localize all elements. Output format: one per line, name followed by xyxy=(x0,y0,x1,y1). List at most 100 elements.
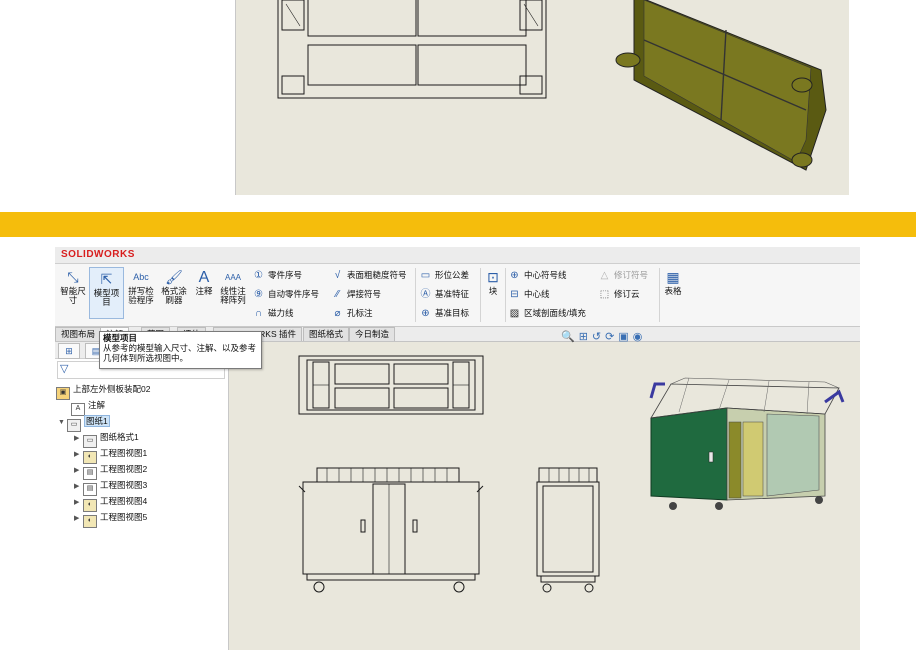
feature-tree-tab[interactable]: ⊞ xyxy=(58,343,80,359)
surface-finish-label: 表面粗糙度符号 xyxy=(347,270,407,280)
revision-cloud-label: 修订云 xyxy=(614,289,640,299)
area-hatch-label: 区域剖面线/填充 xyxy=(524,308,586,318)
tree-drawing-view-2[interactable]: ▶ ▤ 工程图视图2 xyxy=(74,462,148,480)
collapse-arrow-icon[interactable]: ▼ xyxy=(58,416,67,430)
tree-drawing-view-1[interactable]: ▶ ◐ 工程图视图1 xyxy=(74,446,148,464)
spell-check-icon: Abc xyxy=(133,272,149,282)
datum-target-label: 基准目标 xyxy=(435,308,470,318)
gtol-icon: ▭ xyxy=(420,270,431,281)
format-painter-label: 格式涂刷器 xyxy=(161,286,187,305)
datum-feature-button[interactable]: Ⓐ 基准特征 xyxy=(419,287,470,301)
hole-callout-label: 孔标注 xyxy=(347,308,373,318)
tree-root-label: 上部左外侧板装配02 xyxy=(73,384,151,394)
model-items-label: 模型项目 xyxy=(93,288,120,307)
command-manager-ribbon: ⤡ 智能尺寸 ⇱ 模型项目 Abc 拼写检验程序 🖌 格式涂刷器 A 注释 AA… xyxy=(55,264,860,327)
spell-check-button[interactable]: Abc 拼写检验程序 xyxy=(125,270,157,305)
gtol-label: 形位公差 xyxy=(435,270,470,280)
ribbon-separator xyxy=(659,268,660,322)
datum-feature-label: 基准特征 xyxy=(435,289,470,299)
tree-drawing-view-3[interactable]: ▶ ▤ 工程图视图3 xyxy=(74,478,147,496)
balloon-button[interactable]: ① 零件序号 xyxy=(252,268,302,282)
feature-tree-panel-top xyxy=(55,0,236,195)
surface-finish-button[interactable]: √ 表面粗糙度符号 xyxy=(331,268,407,282)
weld-symbol-button[interactable]: ⁄⁄ 焊接符号 xyxy=(331,287,381,301)
linear-note-pattern-button[interactable]: AAA 线性注释阵列 xyxy=(218,270,248,305)
expand-arrow-icon[interactable]: ▶ xyxy=(74,480,83,494)
area-hatch-button[interactable]: ▨ 区域剖面线/填充 xyxy=(508,306,586,320)
rotate-icon[interactable]: ⟳ xyxy=(605,331,618,343)
gtol-button[interactable]: ▭ 形位公差 xyxy=(419,268,469,282)
tree-annotations[interactable]: A 注解 xyxy=(71,398,106,416)
hole-callout-icon: ⌀ xyxy=(334,308,341,319)
drawing-canvas[interactable]: 🔍⊞↺⟳▣◉ xyxy=(229,331,860,650)
zoom-to-fit-icon[interactable]: 🔍 xyxy=(561,331,579,343)
note-button[interactable]: A 注释 xyxy=(192,270,216,296)
revision-symbol-icon: △ xyxy=(600,270,609,281)
block-label: 块 xyxy=(488,286,498,296)
revision-cloud-icon: ⬚ xyxy=(599,289,610,300)
tree-sheet-label: 图纸1 xyxy=(84,415,110,427)
assembly-icon: ▣ xyxy=(56,387,70,400)
note-label: 注释 xyxy=(195,286,213,296)
solidworks-window: SOLIDWORKS ⤡ 智能尺寸 ⇱ 模型项目 Abc 拼写检验程序 🖌 格式… xyxy=(55,247,860,650)
centerline-button[interactable]: ⊟ 中心线 xyxy=(508,287,550,301)
tree-item-label: 工程图视图2 xyxy=(100,464,148,474)
tree-sheet-format[interactable]: ▶ ▭ 图纸格式1 xyxy=(74,430,139,448)
tree-drawing-view-4[interactable]: ▶ ◐ 工程图视图4 xyxy=(74,494,147,512)
magnetic-line-label: 磁力线 xyxy=(268,308,294,318)
revision-symbol-button[interactable]: △ 修订符号 xyxy=(598,268,648,282)
tree-item-label: 图纸格式1 xyxy=(100,432,139,442)
panel-front-view xyxy=(277,0,547,99)
format-painter-button[interactable]: 🖌 格式涂刷器 xyxy=(159,270,189,305)
filter-icon: ▽ xyxy=(60,363,69,375)
feature-manager-panel: ⊞ ▤ ▽ ▣ 上部左外侧板装配02 A 注解 ▼ ▭ 图纸1 ▶ ▭ 图纸格式1 ▶ ◐ 工程… xyxy=(55,342,229,650)
tab-sheet-format[interactable]: 图纸格式 xyxy=(303,327,350,341)
tooltip-body: 从参考的模型输入尺寸、注解、以及参考几何体到所选视图中。 xyxy=(103,343,257,363)
weld-symbol-icon: ⁄⁄ xyxy=(335,289,340,300)
auto-balloon-icon: ⑨ xyxy=(254,289,263,300)
auto-balloon-button[interactable]: ⑨ 自动零件序号 xyxy=(252,287,319,301)
hole-callout-button[interactable]: ⌀ 孔标注 xyxy=(331,306,373,320)
tree-sheet[interactable]: ▼ ▭ 图纸1 xyxy=(58,414,110,432)
expand-arrow-icon[interactable]: ▶ xyxy=(74,512,83,526)
center-mark-button[interactable]: ⊕ 中心符号线 xyxy=(508,268,566,282)
drawing-canvas-top[interactable] xyxy=(236,0,849,195)
smart-dimension-button[interactable]: ⤡ 智能尺寸 xyxy=(58,270,88,305)
balloon-label: 零件序号 xyxy=(268,270,303,280)
smart-dimension-icon: ⤡ xyxy=(67,269,79,285)
ribbon-separator xyxy=(480,268,481,322)
expand-arrow-icon[interactable]: ▶ xyxy=(74,464,83,478)
tree-item-label: 工程图视图5 xyxy=(100,512,148,522)
block-button[interactable]: ⊡ 块 xyxy=(483,270,503,296)
model-items-icon: ⇱ xyxy=(100,271,113,287)
tab-view-layout[interactable]: 视图布局 xyxy=(55,327,102,341)
linear-note-pattern-label: 线性注释阵列 xyxy=(220,286,246,305)
expand-arrow-icon[interactable]: ▶ xyxy=(74,496,83,510)
cart-front-view xyxy=(298,467,484,593)
revision-cloud-button[interactable]: ⬚ 修订云 xyxy=(598,287,640,301)
previous-view-icon[interactable]: ↺ xyxy=(592,331,605,343)
tree-item-label: 工程图视图1 xyxy=(100,448,148,458)
expand-arrow-icon[interactable]: ▶ xyxy=(74,432,83,446)
datum-target-button[interactable]: ⊕ 基准目标 xyxy=(419,306,469,320)
display-style-icon[interactable]: ▣ xyxy=(618,331,632,343)
tab-manufacturing[interactable]: 今日制造 xyxy=(349,327,396,341)
model-items-button[interactable]: ⇱ 模型项目 xyxy=(89,267,124,319)
expand-arrow-icon[interactable]: ▶ xyxy=(74,448,83,462)
note-icon: A xyxy=(198,269,210,286)
zoom-area-icon[interactable]: ⊞ xyxy=(579,331,592,343)
cart-isometric-view xyxy=(649,377,845,510)
tree-drawing-view-5[interactable]: ▶ ◐ 工程图视图5 xyxy=(74,510,148,528)
drawing-views-top xyxy=(277,0,827,171)
smart-dimension-label: 智能尺寸 xyxy=(60,286,86,305)
datum-target-icon: ⊕ xyxy=(421,308,430,319)
centerline-label: 中心线 xyxy=(524,289,550,299)
table-button[interactable]: ▦ 表格 xyxy=(662,270,684,296)
drawing-views xyxy=(298,355,845,593)
tree-annotations-label: 注解 xyxy=(88,400,106,410)
view-settings-icon[interactable]: ◉ xyxy=(633,331,647,343)
tree-root-assembly[interactable]: ▣ 上部左外侧板装配02 xyxy=(56,382,151,400)
cart-top-view xyxy=(298,355,484,415)
section-divider-band xyxy=(0,212,916,237)
magnetic-line-button[interactable]: ∩ 磁力线 xyxy=(252,306,294,320)
